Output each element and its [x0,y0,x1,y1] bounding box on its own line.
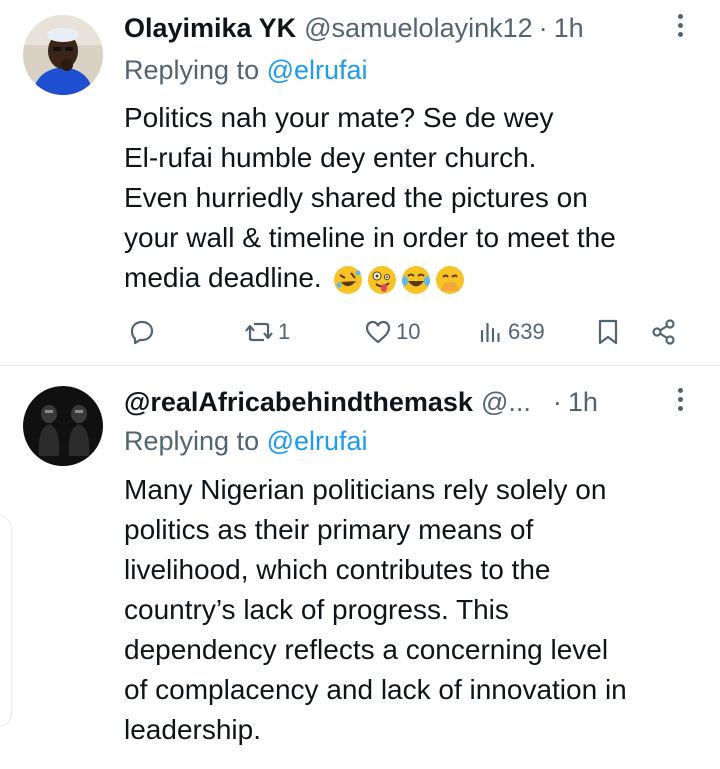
mention-link[interactable]: @elrufai [267,426,368,456]
tweet-actions: 1 10 639 [124,314,684,350]
tweet-reply[interactable]: Olayimika YK @samuelolayink12 · 1h Reply… [0,0,720,365]
text-line: Politics nah your mate? Se de wey [124,102,554,133]
retweet-icon [245,322,273,342]
reply-icon [130,320,154,345]
text-line-content: media deadline. [124,262,322,293]
separator: · [538,12,548,43]
text-line-last: media deadline. [124,258,706,298]
text-line: of complacency and lack of innovation in [124,674,627,705]
author-handle[interactable]: @samuelolayink12 [304,13,533,44]
rolling-laughing-emoji-icon [333,265,363,295]
text-line: Many Nigerian politicians rely solely on [124,474,607,505]
text-line: Even hurriedly shared the pictures on [124,182,588,213]
replying-prefix: Replying to [124,426,267,456]
replying-to: Replying to @elrufai [124,55,368,89]
text-line: your wall & timeline in order to meet th… [124,222,616,253]
floating-card-edge [0,515,12,727]
author-handle[interactable]: @... [481,387,531,418]
retweet-count: 1 [278,319,291,344]
more-options-icon[interactable] [678,388,686,416]
views-button[interactable]: 639 [478,314,545,350]
author-name[interactable]: Olayimika YK [124,13,296,44]
text-line: country’s lack of progress. This [124,594,509,625]
bookmark-icon [598,319,618,345]
reply-button[interactable] [128,314,160,350]
tweet-text: Many Nigerian politicians rely solely on… [124,470,706,750]
like-button[interactable]: 10 [364,314,420,350]
share-button[interactable] [650,314,678,350]
heart-icon [365,320,391,344]
text-line: El-rufai humble dey enter church. [124,142,537,173]
tears-of-joy-emoji-icon [401,265,431,295]
tweet-text: Politics nah your mate? Se de wey El-ruf… [124,98,706,298]
author-name[interactable]: @realAfricabehindthemask [124,387,473,418]
tweet-header: @realAfricabehindthemask @... · 1h [124,384,690,420]
replying-to: Replying to @elrufai [124,426,368,460]
tweet-header: Olayimika YK @samuelolayink12 · 1h [124,10,690,46]
share-icon [652,319,675,345]
text-line: livelihood, which contributes to the [124,554,551,585]
tweet-reply[interactable]: @realAfricabehindthemask @... · 1h Reply… [0,366,720,769]
text-line: dependency reflects a concerning level [124,634,609,665]
avatar[interactable] [23,15,103,95]
more-options-icon[interactable] [678,14,686,42]
like-count: 10 [396,319,421,344]
views-icon [480,322,500,343]
retweet-button[interactable]: 1 [244,314,290,350]
avatar[interactable] [23,386,103,466]
views-count: 639 [508,319,545,344]
timestamp[interactable]: 1h [554,13,584,44]
text-line: leadership. [124,714,261,745]
separator: · [552,386,562,417]
bookmark-button[interactable] [596,314,620,350]
mention-link[interactable]: @elrufai [267,55,368,85]
zany-face-emoji-icon [367,265,397,295]
hand-over-mouth-emoji-icon [435,265,465,295]
timestamp[interactable]: 1h [568,387,598,418]
text-line: politics as their primary means of [124,514,534,545]
replying-prefix: Replying to [124,55,267,85]
